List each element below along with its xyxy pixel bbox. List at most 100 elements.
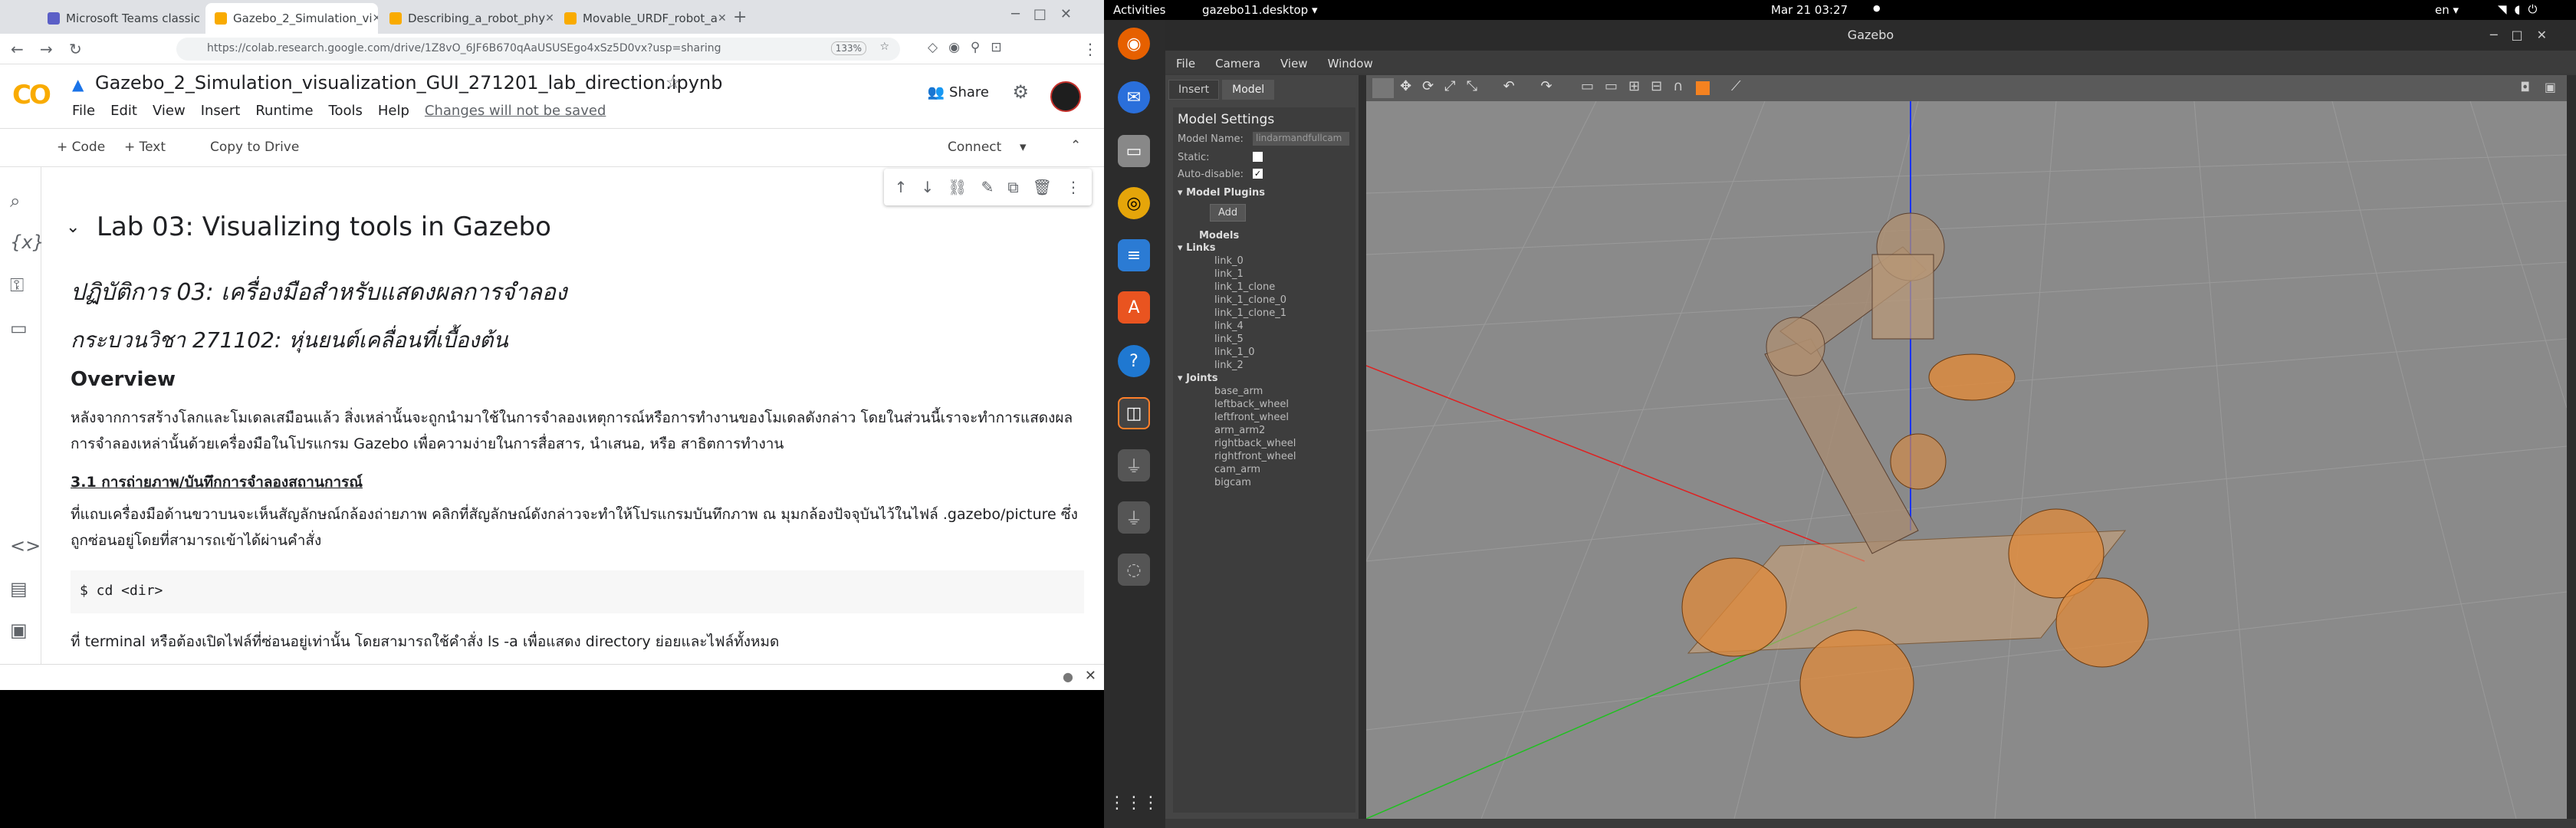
- code-icon[interactable]: <>: [10, 535, 41, 557]
- writer-icon[interactable]: ≡: [1118, 239, 1150, 271]
- search-icon[interactable]: ⌕: [10, 190, 20, 212]
- autodisable-checkbox[interactable]: ✓: [1253, 169, 1263, 179]
- terminal-icon[interactable]: ▣: [10, 619, 28, 641]
- plugins-header[interactable]: ▾ Model Plugins: [1178, 187, 1265, 199]
- gazebo-icon[interactable]: ◫: [1118, 397, 1150, 429]
- tab-model[interactable]: Model: [1222, 80, 1275, 100]
- variables-icon[interactable]: {x}: [10, 232, 44, 253]
- menu-file[interactable]: File: [1176, 57, 1195, 74]
- app-menu[interactable]: gazebo11.desktop ▾: [1202, 3, 1318, 17]
- record-icon[interactable]: ▣: [2545, 80, 2556, 94]
- joint-item[interactable]: leftfront_wheel: [1214, 411, 1296, 424]
- panel-splitter[interactable]: [1359, 75, 1366, 819]
- menu-help[interactable]: Help: [378, 103, 409, 119]
- link-item[interactable]: link_4: [1214, 320, 1286, 333]
- camera-icon[interactable]: ◘: [2520, 80, 2530, 94]
- 3d-viewport[interactable]: ✥⟳⤢⤡ ↶ ↷ ▭▭⊞⊟∩ ⟋ ◘ ▣: [1366, 75, 2567, 819]
- joint-item[interactable]: base_arm: [1214, 385, 1296, 398]
- folder-icon[interactable]: ▭: [10, 317, 28, 339]
- terminal-list-icon[interactable]: ▤: [10, 578, 28, 600]
- reload-icon[interactable]: ↻: [69, 40, 82, 58]
- snap-icon[interactable]: [1696, 81, 1710, 95]
- joint-item[interactable]: rightback_wheel: [1214, 437, 1296, 450]
- menu-window[interactable]: Window: [1328, 57, 1373, 74]
- avatar[interactable]: [1050, 81, 1081, 112]
- close-icon[interactable]: ✕: [545, 12, 553, 25]
- select-icon[interactable]: [1372, 78, 1394, 98]
- menu-runtime[interactable]: Runtime: [255, 103, 313, 119]
- add-plugin-button[interactable]: Add: [1210, 204, 1247, 222]
- menu-file[interactable]: File: [72, 103, 95, 119]
- link-item[interactable]: link_5: [1214, 333, 1286, 346]
- star-icon[interactable]: ☆: [879, 41, 889, 53]
- disk-icon[interactable]: ◌: [1118, 554, 1150, 586]
- tab-teams[interactable]: Microsoft Teams classic: [38, 3, 203, 34]
- menu-view[interactable]: View: [153, 103, 186, 119]
- gear-icon[interactable]: ⚙: [1012, 81, 1029, 103]
- collapse-icon[interactable]: ⌄: [66, 218, 80, 237]
- tab-gazebo-notebook[interactable]: Gazebo_2_Simulation_vi ✕: [205, 3, 378, 34]
- copy-to-drive-button[interactable]: Copy to Drive: [210, 140, 299, 155]
- apps-grid-icon[interactable]: ⋮⋮⋮: [1109, 787, 1159, 819]
- forward-icon[interactable]: →: [40, 40, 53, 58]
- software-icon[interactable]: A: [1118, 291, 1150, 324]
- measure-icon[interactable]: ⟋: [1731, 78, 1741, 94]
- close-icon[interactable]: ✕: [373, 12, 378, 25]
- share-button[interactable]: 👥 Share: [928, 84, 989, 100]
- align-icons[interactable]: ▭▭⊞⊟∩: [1581, 78, 1694, 94]
- close-icon[interactable]: ✕: [1085, 668, 1096, 684]
- new-tab-button[interactable]: +: [733, 8, 747, 27]
- extension-icons[interactable]: ◇◉⚲⊡: [928, 40, 1013, 55]
- unsaved-link[interactable]: Changes will not be saved: [425, 103, 606, 119]
- star-icon[interactable]: ☆: [665, 74, 681, 93]
- system-tray-icons[interactable]: ◥◖⏻: [2498, 2, 2545, 16]
- joints-header[interactable]: ▾ Joints: [1178, 373, 1218, 384]
- tab-movable[interactable]: Movable_URDF_robot_a ✕: [555, 3, 728, 34]
- link-item[interactable]: link_1_clone: [1214, 281, 1286, 294]
- menu-tools[interactable]: Tools: [329, 103, 363, 119]
- connect-button[interactable]: Connect: [948, 140, 1001, 155]
- usb-icon[interactable]: ⏚: [1118, 501, 1150, 534]
- rhythmbox-icon[interactable]: ◎: [1118, 187, 1150, 219]
- usb-icon[interactable]: ⏚: [1118, 449, 1150, 481]
- model-name-field[interactable]: lindarmandfullcam: [1253, 132, 1349, 146]
- static-checkbox[interactable]: [1253, 152, 1263, 162]
- help-icon[interactable]: ?: [1118, 345, 1150, 377]
- link-item[interactable]: link_0: [1214, 255, 1286, 268]
- notebook-title[interactable]: Gazebo_2_Simulation_visualization_GUI_27…: [95, 72, 722, 94]
- menu-insert[interactable]: Insert: [201, 103, 241, 119]
- menu-edit[interactable]: Edit: [110, 103, 137, 119]
- chevron-down-icon[interactable]: ▾: [1020, 140, 1027, 155]
- joint-item[interactable]: arm_arm2: [1214, 424, 1296, 437]
- link-item[interactable]: link_1: [1214, 268, 1286, 281]
- menu-view[interactable]: View: [1280, 57, 1308, 74]
- joint-item[interactable]: rightfront_wheel: [1214, 450, 1296, 463]
- chevron-up-icon[interactable]: ⌃: [1070, 138, 1081, 153]
- thunderbird-icon[interactable]: ✉: [1118, 81, 1150, 113]
- tab-describing[interactable]: Describing_a_robot_phy ✕: [380, 3, 553, 34]
- url-input[interactable]: https://colab.research.google.com/drive/…: [176, 38, 900, 61]
- code-block[interactable]: $ cd <dir>: [71, 570, 1084, 613]
- links-header[interactable]: ▾ Links: [1178, 242, 1215, 254]
- joint-item[interactable]: bigcam: [1214, 476, 1296, 489]
- window-controls[interactable]: ─□✕: [2490, 28, 2561, 42]
- add-code-button[interactable]: + Code: [57, 140, 105, 155]
- joint-item[interactable]: leftback_wheel: [1214, 398, 1296, 411]
- robot-model[interactable]: [1681, 212, 2149, 738]
- add-text-button[interactable]: + Text: [124, 140, 166, 155]
- browser-menu-icon[interactable]: ⋮: [1083, 40, 1098, 58]
- zoom-badge[interactable]: 133%: [830, 41, 866, 55]
- files-icon[interactable]: ▭: [1118, 135, 1150, 167]
- right-splitter[interactable]: [2567, 75, 2576, 819]
- activities-button[interactable]: Activities: [1113, 3, 1165, 17]
- link-item[interactable]: link_1_clone_1: [1214, 307, 1286, 320]
- language-menu[interactable]: en ▾: [2435, 3, 2459, 17]
- key-icon[interactable]: ⚿: [10, 274, 24, 296]
- colab-logo[interactable]: CO: [12, 80, 51, 110]
- window-controls[interactable]: ─□✕: [1011, 6, 1086, 22]
- clock[interactable]: Mar 21 03:27: [1771, 3, 1848, 17]
- firefox-icon[interactable]: ◉: [1118, 28, 1150, 60]
- menu-camera[interactable]: Camera: [1215, 57, 1260, 74]
- back-icon[interactable]: ←: [11, 40, 24, 58]
- link-item[interactable]: link_2: [1214, 359, 1286, 372]
